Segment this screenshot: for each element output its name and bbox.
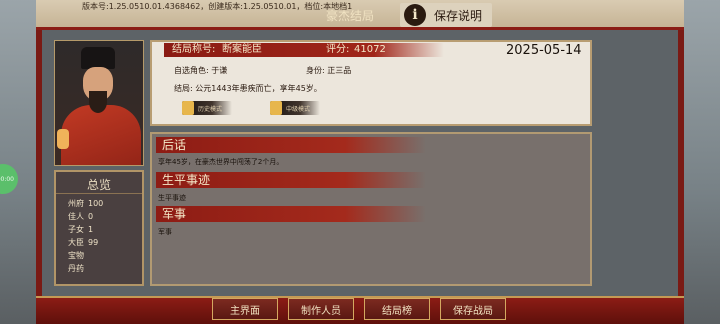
portrait-robe	[61, 105, 141, 165]
overview-panel: 总览 州府 100 佳人 0 子女 1 大臣 99 宝物 丹药	[54, 170, 144, 286]
overview-list: 州府 100 佳人 0 子女 1 大臣 99 宝物 丹药	[56, 194, 142, 275]
overview-item: 大臣 99	[68, 238, 99, 247]
role-line: 自选角色: 于谦	[174, 65, 227, 76]
mid-mode-button[interactable]: 中级模式	[270, 101, 321, 115]
credits-button[interactable]: 制作人员	[288, 298, 354, 320]
overview-item: 州府 100	[68, 199, 104, 208]
portrait-hat	[81, 47, 115, 69]
rank-label: 身份:	[306, 66, 325, 75]
section-body-life: 生平事迹	[158, 194, 186, 202]
section-band	[156, 206, 426, 222]
ending-title-label: 结局称号:	[172, 44, 216, 55]
save-game-button[interactable]: 保存战局	[440, 298, 506, 320]
info-icon: i	[404, 4, 426, 26]
section-body-military: 军事	[158, 228, 172, 236]
overview-item: 子女 1	[68, 225, 94, 234]
portrait-lamp	[57, 129, 69, 149]
ending-title-value: 断案能臣	[222, 44, 262, 55]
overview-item: 佳人 0	[68, 212, 94, 221]
save-notice-label: 保存说明	[434, 8, 483, 23]
result-value: 公元1443年患疾而亡，享年45岁。	[195, 84, 322, 93]
bottom-bar	[36, 296, 684, 324]
overview-item: 宝物	[68, 251, 84, 260]
overview-item: 丹药	[68, 264, 84, 273]
role-value: 于谦	[211, 66, 228, 75]
history-mode-button[interactable]: 历史模式	[182, 101, 233, 115]
history-mode-label: 历史模式	[198, 105, 223, 113]
section-title-life: 生平事迹	[162, 173, 211, 187]
scroll-icon	[270, 101, 282, 115]
ending-date: 2025-05-14	[506, 43, 582, 58]
score-value: 41072	[354, 44, 386, 55]
overview-title: 总览	[56, 172, 142, 194]
section-band	[156, 137, 426, 153]
result-line: 结局: 公元1443年患疾而亡，享年45岁。	[174, 83, 322, 94]
rank-value: 正三品	[327, 66, 352, 75]
score-label: 评分:	[326, 44, 350, 55]
mid-mode-label: 中级模式	[286, 105, 311, 113]
character-portrait	[54, 40, 144, 166]
role-label: 自选角色:	[174, 66, 209, 75]
section-body-aftermath: 享年45岁，在豪杰世界中闯荡了2个月。	[158, 158, 284, 166]
portrait-beard	[89, 91, 107, 113]
scroll-icon	[182, 101, 194, 115]
page-title: 豪杰结局	[325, 9, 374, 23]
section-title-aftermath: 后话	[162, 138, 187, 152]
section-title-military: 军事	[162, 207, 187, 221]
save-notice-button[interactable]: i 保存说明	[400, 3, 493, 27]
main-menu-button[interactable]: 主界面	[212, 298, 278, 320]
result-label: 结局:	[174, 84, 193, 93]
rank-line: 身份: 正三品	[306, 65, 351, 76]
ranking-button[interactable]: 结局榜	[364, 298, 430, 320]
